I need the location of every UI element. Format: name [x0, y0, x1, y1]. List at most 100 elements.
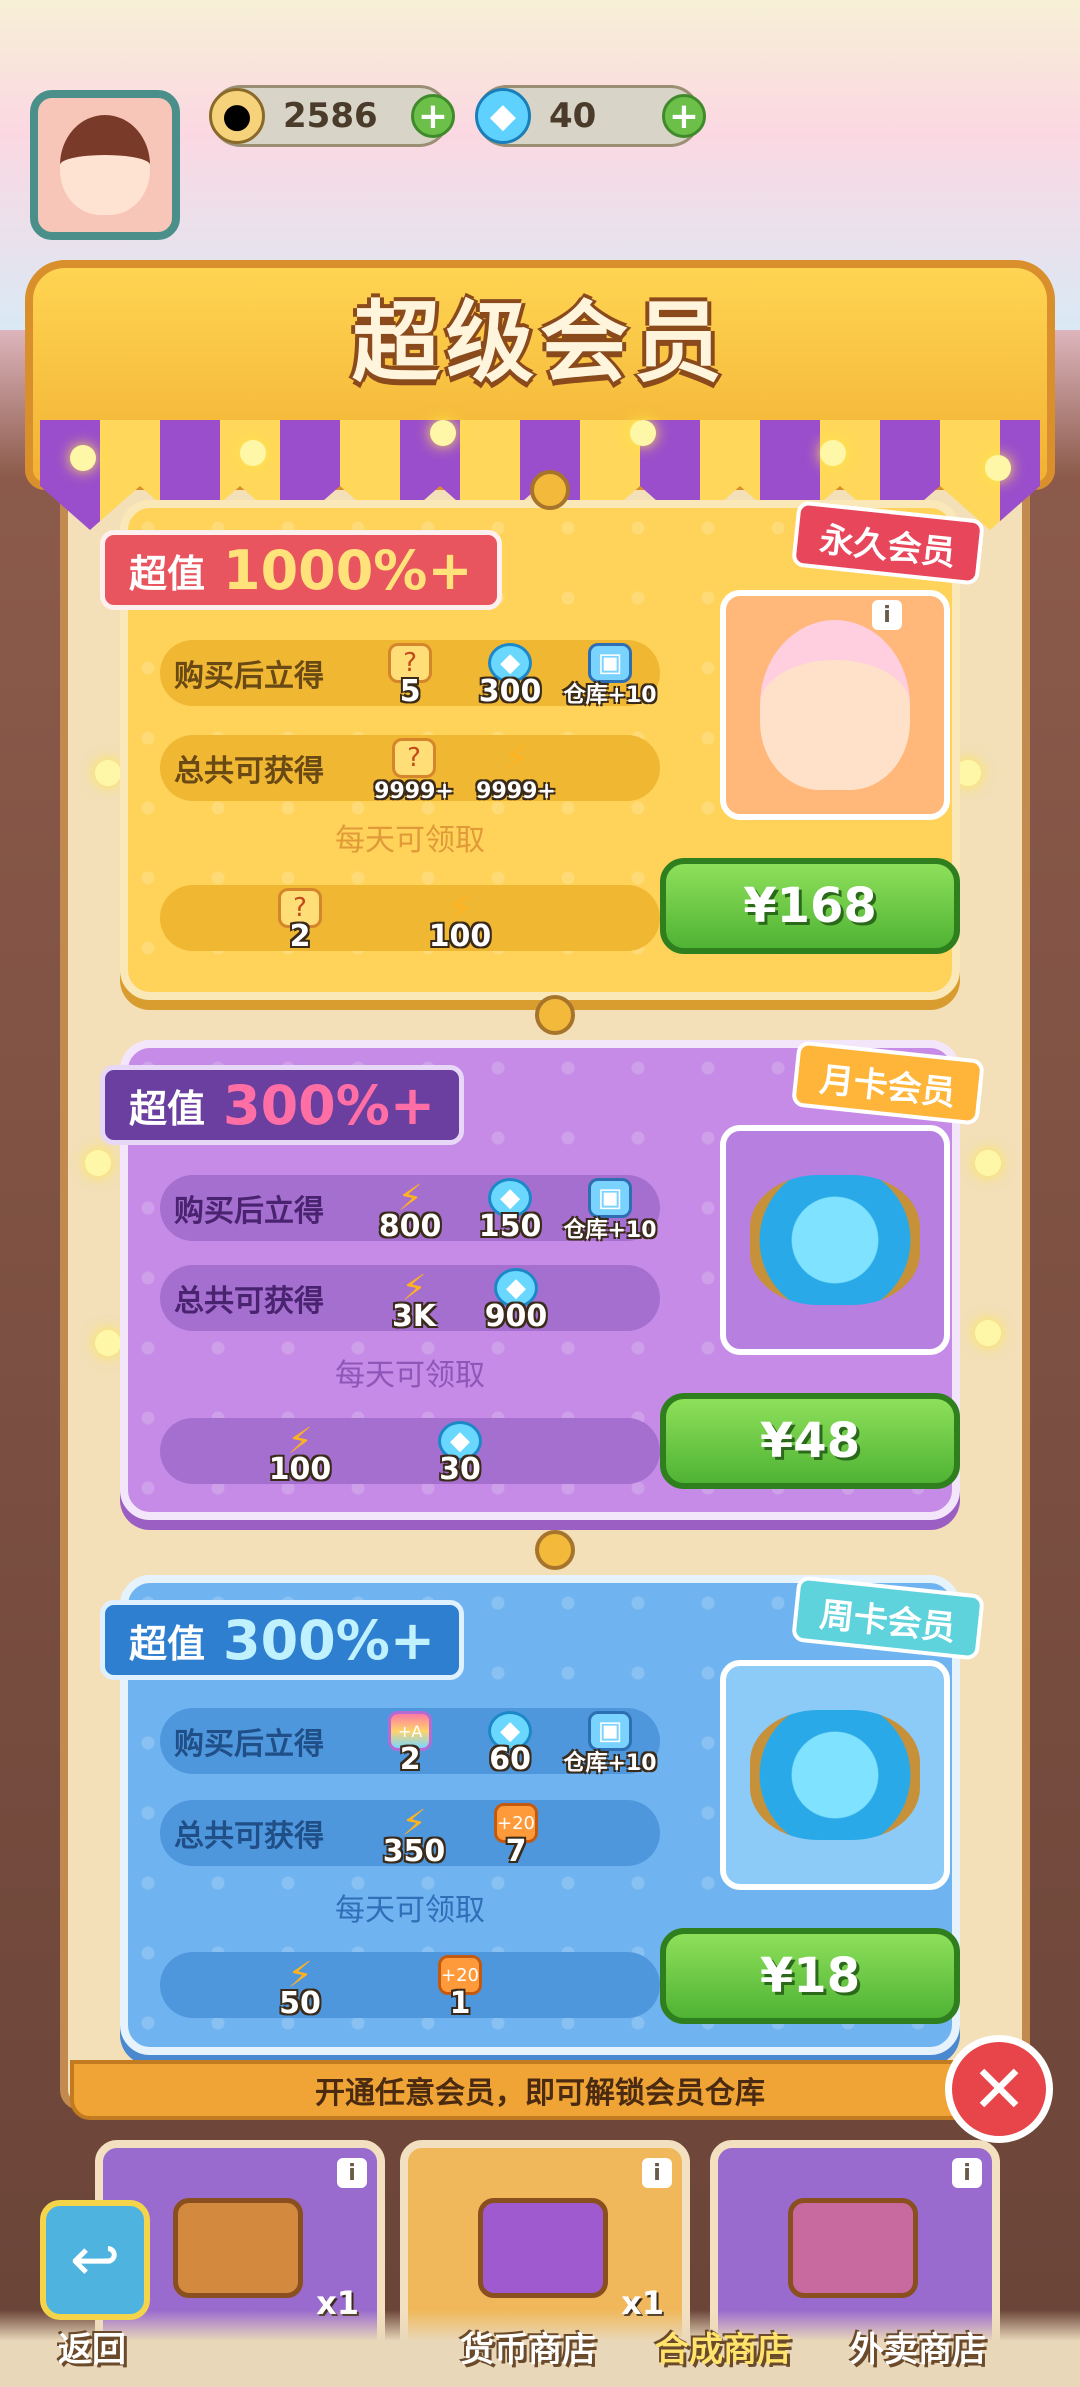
light-bulb: [985, 455, 1011, 481]
daily-label: 每天可领取: [335, 823, 485, 858]
reward-item: +20 1: [410, 1953, 510, 2021]
reward-count: 60: [489, 1742, 531, 1777]
daily-label: 每天可领取: [335, 1358, 485, 1393]
seed-coin-icon: ●: [209, 88, 265, 144]
reward-item: +20 7: [466, 1801, 566, 1869]
value-badge: 超值 300%+: [100, 1600, 465, 1680]
row-label: 购买后立得: [174, 1727, 324, 1762]
info-icon[interactable]: i: [337, 2158, 367, 2188]
reward-item: ▣ 仓库+10: [560, 641, 658, 708]
reward-count: 300: [478, 674, 542, 709]
reward-count: 1: [449, 1986, 471, 2021]
reward-item: ⚡ 350: [364, 1801, 464, 1870]
gem-pile: [750, 1710, 920, 1840]
light-bulb: [820, 440, 846, 466]
light-bulb: [85, 1150, 111, 1176]
reward-count: 50: [279, 1986, 321, 2021]
suitcase-icon: [788, 2198, 918, 2298]
add-gems-button[interactable]: +: [662, 94, 706, 138]
gem-pile: [750, 1175, 920, 1305]
reward-item: ▣ 仓库+10: [560, 1709, 658, 1776]
close-button[interactable]: ✕: [945, 2035, 1053, 2143]
reward-count: 100: [428, 919, 492, 954]
info-icon[interactable]: i: [952, 2158, 982, 2188]
info-icon[interactable]: i: [642, 2158, 672, 2188]
diamond-icon: ◆: [475, 88, 531, 144]
buy-button-weekly[interactable]: ¥18: [660, 1928, 960, 2024]
player-avatar[interactable]: [30, 90, 180, 240]
row-label: 总共可获得: [174, 1284, 324, 1319]
reward-count: 5: [399, 674, 421, 709]
row-label: 总共可获得: [174, 1819, 324, 1854]
add-coins-button[interactable]: +: [411, 94, 455, 138]
reward-item: ◆ 60: [460, 1709, 558, 1777]
daily-reward-row: ⚡ 100 ◆ 30: [160, 1418, 660, 1488]
value-badge: 超值 300%+: [100, 1065, 465, 1145]
reward-preview-gems: [720, 1125, 950, 1355]
reward-count: 2: [399, 1742, 421, 1777]
hanger-hook: [530, 470, 570, 510]
reward-count: 150: [478, 1209, 542, 1244]
badge-label: 超值: [129, 551, 206, 596]
badge-value: 1000%+: [223, 538, 473, 602]
reward-count: 100: [268, 1452, 332, 1487]
reward-count: 9999+: [476, 779, 556, 804]
reward-item: ? 9999+: [364, 736, 464, 804]
light-bulb: [95, 760, 121, 786]
hanger-hook: [535, 995, 575, 1035]
daily-label: 每天可领取: [335, 1893, 485, 1928]
reward-count: 30: [439, 1452, 481, 1487]
reward-item: +A 2: [360, 1709, 458, 1777]
reward-preview-gem-sack: [720, 1660, 950, 1890]
back-arrow-icon[interactable]: ↩: [40, 2200, 150, 2320]
badge-value: 300%+: [223, 1608, 436, 1672]
reward-count: 2: [289, 919, 311, 954]
instant-reward-row: 购买后立得 ⚡ 800 ◆ 150 ▣ 仓库+10: [160, 1175, 660, 1244]
light-bulb: [975, 1150, 1001, 1176]
page-title: 超级会员: [351, 291, 728, 394]
reward-count: 仓库+10: [563, 1218, 657, 1243]
badge-value: 300%+: [223, 1073, 436, 1137]
nav-delivery-shop[interactable]: 外卖商店: [850, 2322, 986, 2371]
gem-counter: ◆ 40 +: [475, 85, 706, 147]
reward-preview-bunny: [720, 590, 950, 820]
instant-reward-row: 购买后立得 ? 5 ◆ 300 ▣ 仓库+10: [160, 640, 660, 709]
badge-label: 超值: [129, 1086, 206, 1131]
badge-label: 超值: [129, 1621, 206, 1666]
reward-item: ⚡ 50: [250, 1953, 350, 2022]
total-reward-row: 总共可获得 ⚡ 3K ◆ 900: [160, 1265, 660, 1334]
light-bulb: [430, 420, 456, 446]
nav-back[interactable]: 返回: [58, 2322, 126, 2371]
reward-item: ⚡ 100: [410, 886, 510, 955]
reward-item: ◆ 900: [466, 1266, 566, 1334]
reward-item: ⚡ 9999+: [466, 736, 566, 805]
total-reward-row: 总共可获得 ? 9999+ ⚡ 9999+: [160, 735, 660, 805]
reward-count: 9999+: [374, 779, 454, 804]
light-bulb: [240, 440, 266, 466]
buy-button-permanent[interactable]: ¥168: [660, 858, 960, 954]
hanger-hook: [535, 1530, 575, 1570]
nav-merge-shop[interactable]: 合成商店: [655, 2322, 791, 2371]
reward-item: ◆ 150: [460, 1176, 558, 1244]
reward-item: ⚡ 100: [250, 1419, 350, 1488]
treasure-chest-icon: [173, 2198, 303, 2298]
daily-reward-row: ⚡ 50 +20 1: [160, 1952, 660, 2022]
unlock-storage-note: 开通任意会员，即可解锁会员仓库: [70, 2060, 1010, 2120]
info-icon[interactable]: i: [872, 600, 902, 630]
reward-item: ◆ 300: [460, 641, 558, 709]
coin-value: 2586: [283, 96, 378, 136]
light-bulb: [70, 445, 96, 471]
avatar-face: [60, 115, 150, 215]
light-bulb: [975, 1320, 1001, 1346]
row-label: 购买后立得: [174, 659, 324, 694]
gem-value: 40: [549, 96, 597, 136]
nav-currency-shop[interactable]: 货币商店: [460, 2322, 596, 2371]
row-label: 购买后立得: [174, 1194, 324, 1229]
daily-reward-row: ? 2 ⚡ 100: [160, 885, 660, 955]
bunny-character: [760, 620, 910, 790]
buy-button-monthly[interactable]: ¥48: [660, 1393, 960, 1489]
row-label: 总共可获得: [174, 754, 324, 789]
reward-count: 3K: [391, 1299, 437, 1334]
light-bulb: [95, 1330, 121, 1356]
card-pack-icon: ?: [392, 738, 436, 778]
